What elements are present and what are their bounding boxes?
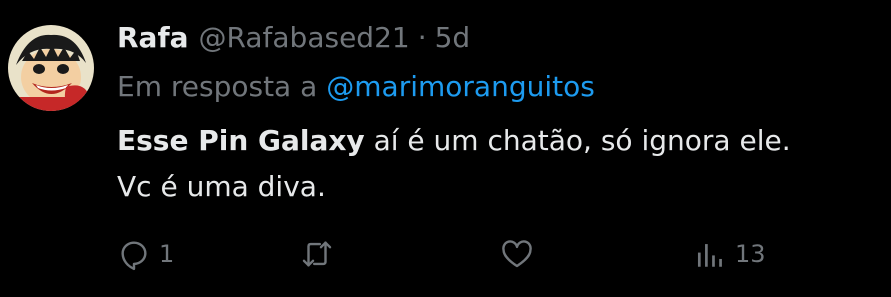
retweet-icon bbox=[300, 237, 334, 271]
views-bar-chart-icon bbox=[693, 237, 727, 271]
tweet-text-line-2: Vc é uma diva. bbox=[117, 170, 326, 203]
like-button[interactable] bbox=[500, 230, 542, 278]
tweet-timestamp[interactable]: 5d bbox=[435, 21, 471, 54]
author-handle[interactable]: @Rafabased21 bbox=[199, 21, 410, 54]
views-button[interactable]: 13 bbox=[693, 230, 766, 278]
tweet-text-rest: aí é um chatão, só ignora ele. bbox=[364, 124, 791, 157]
tweet-text: Esse Pin Galaxy aí é um chatão, só ignor… bbox=[117, 118, 877, 210]
reply-prefix: Em resposta a bbox=[117, 69, 318, 103]
reply-button[interactable]: 1 bbox=[117, 230, 174, 278]
views-count: 13 bbox=[735, 240, 766, 268]
tweet-actions: 1 13 bbox=[0, 230, 891, 278]
tweet-text-bold: Esse Pin Galaxy bbox=[117, 124, 365, 157]
reply-mention-link[interactable]: @marimoranguitos bbox=[326, 70, 595, 103]
heart-icon bbox=[500, 237, 534, 271]
tweet-card[interactable]: Rafa @Rafabased21 · 5d Em resposta a @ma… bbox=[0, 0, 891, 297]
header-separator: · bbox=[417, 20, 427, 54]
avatar-cartoon-icon[interactable] bbox=[8, 25, 94, 111]
author-name[interactable]: Rafa bbox=[117, 21, 189, 54]
reply-count: 1 bbox=[159, 240, 175, 268]
retweet-button[interactable] bbox=[300, 230, 342, 278]
tweet-text-line-1: Esse Pin Galaxy aí é um chatão, só ignor… bbox=[117, 118, 877, 164]
reply-context: Em resposta a @marimoranguitos bbox=[117, 63, 595, 109]
tweet-header: Rafa @Rafabased21 · 5d bbox=[117, 14, 470, 60]
reply-icon bbox=[117, 237, 151, 271]
